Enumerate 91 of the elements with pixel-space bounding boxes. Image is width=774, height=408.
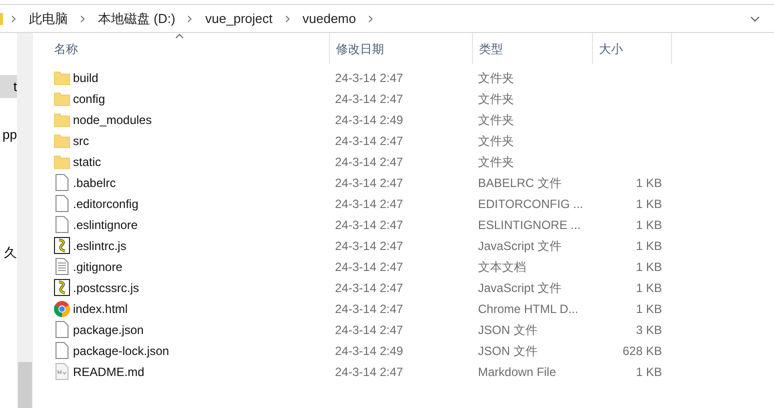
markdown-file-icon bbox=[55, 363, 69, 380]
breadcrumb-item[interactable]: vuedemo bbox=[302, 8, 356, 28]
file-name[interactable]: node_modules bbox=[73, 110, 152, 128]
file-size: 1 KB bbox=[636, 238, 662, 254]
nav-item[interactable]: t bbox=[0, 75, 17, 98]
file-name[interactable]: .babelrc bbox=[73, 174, 116, 192]
column-header[interactable]: 大小 bbox=[599, 40, 623, 58]
file-name[interactable]: src bbox=[73, 132, 89, 150]
file-type: 文件夹 bbox=[478, 112, 514, 126]
chrome-icon bbox=[54, 300, 70, 316]
modified-date: 24-3-14 2:47 bbox=[335, 280, 404, 294]
file-name[interactable]: static bbox=[73, 152, 102, 170]
file-name[interactable]: .eslintrc.js bbox=[73, 236, 126, 254]
column-header[interactable]: 修改日期 bbox=[336, 40, 384, 58]
modified-date: 24-3-14 2:47 bbox=[335, 218, 404, 232]
sort-up-icon bbox=[175, 33, 184, 39]
file-type: Chrome HTML D... bbox=[478, 302, 578, 316]
file-type: 文件夹 bbox=[478, 154, 514, 168]
file-size: 3 KB bbox=[636, 322, 662, 338]
modified-date: 24-3-14 2:49 bbox=[335, 112, 404, 126]
modified-date: 24-3-14 2:47 bbox=[335, 364, 404, 378]
file-size: 1 KB bbox=[636, 364, 662, 380]
breadcrumb-item[interactable]: vue_project bbox=[205, 8, 272, 28]
folder-icon bbox=[54, 154, 70, 168]
file-name[interactable]: build bbox=[73, 68, 98, 86]
breadcrumb-item[interactable]: 此电脑 bbox=[29, 8, 68, 28]
file-name[interactable]: index.html bbox=[73, 300, 128, 318]
file-type: 文件夹 bbox=[478, 134, 514, 148]
nav-item[interactable]: 久 bbox=[0, 241, 17, 264]
modified-date: 24-3-14 2:49 bbox=[335, 344, 404, 358]
file-type: 文本文档 bbox=[478, 260, 526, 274]
file-type: 文件夹 bbox=[478, 92, 514, 106]
file-size: 1 KB bbox=[636, 300, 662, 318]
folder-icon bbox=[54, 112, 70, 126]
file-type: JavaScript 文件 bbox=[478, 238, 562, 252]
modified-date: 24-3-14 2:47 bbox=[335, 196, 404, 210]
file-name[interactable]: .editorconfig bbox=[73, 194, 138, 212]
file-type: BABELRC 文件 bbox=[478, 176, 562, 190]
file-name[interactable]: package.json bbox=[73, 320, 144, 338]
chevron-right-icon bbox=[80, 14, 86, 22]
file-icon bbox=[55, 321, 69, 338]
file-name[interactable]: .postcssrc.js bbox=[73, 278, 140, 296]
file-size: 1 KB bbox=[636, 196, 662, 212]
scrollbar-thumb[interactable] bbox=[18, 362, 32, 408]
folder-edge-icon bbox=[0, 12, 3, 24]
file-size: 1 KB bbox=[636, 280, 662, 296]
modified-date: 24-3-14 2:47 bbox=[335, 176, 404, 190]
folder-icon bbox=[54, 134, 70, 148]
modified-date: 24-3-14 2:47 bbox=[335, 238, 404, 252]
dropdown-chevron-icon[interactable] bbox=[750, 16, 760, 22]
chevron-right-icon bbox=[368, 14, 374, 22]
file-type: JSON 文件 bbox=[478, 344, 538, 358]
breadcrumb-item[interactable]: 本地磁盘 (D:) bbox=[98, 8, 176, 28]
file-type: Markdown File bbox=[478, 364, 556, 378]
file-size: 628 KB bbox=[622, 342, 662, 360]
script-file-icon bbox=[54, 279, 70, 296]
nav-item[interactable]: pp bbox=[0, 123, 17, 146]
modified-date: 24-3-14 2:47 bbox=[335, 92, 404, 106]
chevron-right-icon bbox=[284, 14, 290, 22]
file-size: 1 KB bbox=[636, 258, 662, 276]
chevron-right-icon bbox=[187, 14, 194, 22]
file-name[interactable]: .eslintignore bbox=[73, 216, 138, 234]
file-icon bbox=[55, 174, 69, 191]
file-icon bbox=[55, 195, 69, 212]
modified-date: 24-3-14 2:47 bbox=[335, 260, 404, 274]
column-header[interactable]: 名称 bbox=[54, 40, 78, 58]
modified-date: 24-3-14 2:47 bbox=[335, 322, 404, 336]
text-file-icon bbox=[55, 258, 69, 275]
address-bar[interactable]: 此电脑 本地磁盘 (D:) vue_project vuedemo bbox=[0, 4, 774, 33]
file-type: ESLINTIGNORE ... bbox=[478, 218, 581, 232]
file-size: 1 KB bbox=[636, 174, 662, 192]
file-type: JavaScript 文件 bbox=[478, 280, 562, 294]
modified-date: 24-3-14 2:47 bbox=[335, 70, 404, 84]
column-header[interactable]: 类型 bbox=[479, 40, 503, 58]
file-icon bbox=[55, 342, 69, 359]
modified-date: 24-3-14 2:47 bbox=[335, 154, 404, 168]
file-name[interactable]: config bbox=[73, 90, 106, 108]
file-icon bbox=[55, 216, 69, 233]
file-type: EDITORCONFIG ... bbox=[478, 196, 584, 210]
modified-date: 24-3-14 2:47 bbox=[335, 302, 404, 316]
chevron-right-icon bbox=[11, 14, 17, 22]
file-name[interactable]: package-lock.json bbox=[73, 342, 170, 360]
script-file-icon bbox=[54, 237, 70, 254]
file-type: JSON 文件 bbox=[478, 322, 538, 336]
folder-icon bbox=[54, 92, 70, 106]
folder-icon bbox=[54, 70, 70, 84]
file-name[interactable]: .gitignore bbox=[73, 258, 122, 276]
modified-date: 24-3-14 2:47 bbox=[335, 134, 404, 148]
file-size: 1 KB bbox=[636, 216, 662, 234]
file-name[interactable]: README.md bbox=[73, 362, 144, 380]
file-type: 文件夹 bbox=[478, 70, 514, 84]
